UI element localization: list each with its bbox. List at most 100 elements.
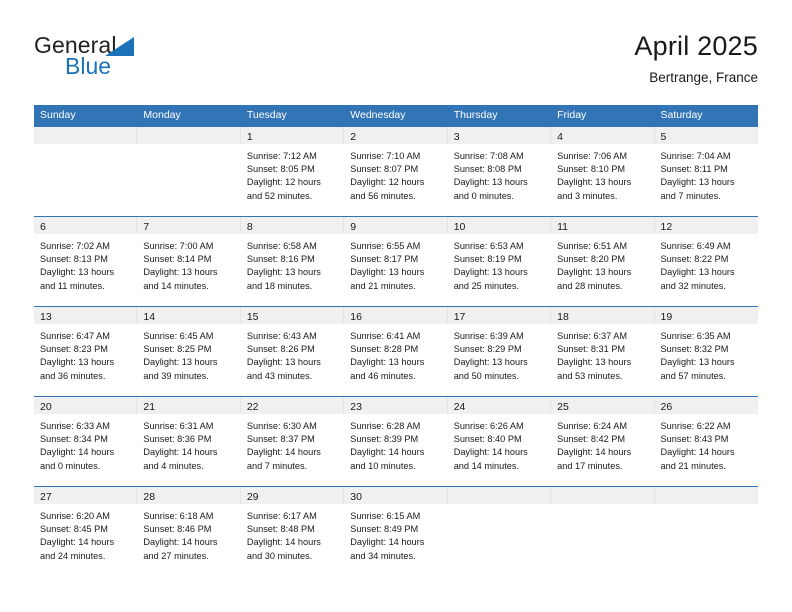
day-cell[interactable]: 29 Sunrise: 6:17 AM Sunset: 8:48 PM Dayli… (240, 487, 345, 576)
day-details: Sunrise: 6:55 AM Sunset: 8:17 PM Dayligh… (350, 241, 425, 291)
date-band: 20 (34, 397, 138, 414)
date-band (447, 487, 552, 504)
date-number: 19 (660, 311, 673, 323)
day-cell[interactable]: 22 Sunrise: 6:30 AM Sunset: 8:37 PM Dayli… (240, 397, 345, 486)
date-band: 10 (447, 217, 552, 234)
day-cell[interactable]: 25 Sunrise: 6:24 AM Sunset: 8:42 PM Dayli… (551, 397, 655, 486)
day-cell[interactable]: 15 Sunrise: 6:43 AM Sunset: 8:26 PM Dayli… (240, 307, 345, 396)
day-cell[interactable]: 19 Sunrise: 6:35 AM Sunset: 8:32 PM Dayli… (654, 307, 758, 396)
day-cell[interactable]: 26 Sunrise: 6:22 AM Sunset: 8:43 PM Dayli… (654, 397, 758, 486)
calendar-week-row: 13 Sunrise: 6:47 AM Sunset: 8:23 PM Dayli… (34, 306, 758, 396)
day-details: Sunrise: 6:17 AM Sunset: 8:48 PM Dayligh… (246, 511, 321, 561)
date-band: 9 (344, 217, 448, 234)
day-details: Sunrise: 6:22 AM Sunset: 8:43 PM Dayligh… (660, 421, 735, 471)
date-number: 23 (350, 401, 362, 413)
date-band: 22 (240, 397, 345, 414)
day-cell[interactable] (447, 487, 552, 576)
day-details: Sunrise: 6:53 AM Sunset: 8:19 PM Dayligh… (453, 241, 528, 291)
date-number: 9 (350, 221, 357, 233)
day-cell[interactable]: 14 Sunrise: 6:45 AM Sunset: 8:25 PM Dayli… (137, 307, 241, 396)
date-number: 7 (143, 221, 150, 233)
day-cell[interactable]: 18 Sunrise: 6:37 AM Sunset: 8:31 PM Dayli… (551, 307, 655, 396)
brand-logo[interactable]: General Blue (34, 32, 234, 84)
calendar-week-row: 6 Sunrise: 7:02 AM Sunset: 8:13 PM Daylig… (34, 216, 758, 306)
date-band (34, 127, 138, 144)
date-band: 24 (447, 397, 552, 414)
day-details: Sunrise: 7:08 AM Sunset: 8:08 PM Dayligh… (453, 151, 528, 201)
day-cell[interactable] (34, 127, 138, 216)
day-cell[interactable]: 17 Sunrise: 6:39 AM Sunset: 8:29 PM Dayli… (447, 307, 552, 396)
dow-tuesday: Tuesday (246, 109, 287, 121)
day-details: Sunrise: 6:47 AM Sunset: 8:23 PM Dayligh… (40, 331, 115, 381)
date-band: 1 (240, 127, 345, 144)
day-cell[interactable]: 4 Sunrise: 7:06 AM Sunset: 8:10 PM Daylig… (551, 127, 655, 216)
day-details: Sunrise: 7:12 AM Sunset: 8:05 PM Dayligh… (246, 151, 321, 201)
date-number: 3 (453, 131, 460, 143)
day-cell[interactable]: 12 Sunrise: 6:49 AM Sunset: 8:22 PM Dayli… (654, 217, 758, 306)
day-cell[interactable]: 3 Sunrise: 7:08 AM Sunset: 8:08 PM Daylig… (447, 127, 552, 216)
logo-blue-text: Blue (65, 53, 112, 79)
date-number: 12 (660, 221, 673, 233)
date-number: 24 (453, 401, 466, 413)
day-cell[interactable]: 27 Sunrise: 6:20 AM Sunset: 8:45 PM Dayli… (34, 487, 138, 576)
day-details: Sunrise: 6:43 AM Sunset: 8:26 PM Dayligh… (246, 331, 321, 381)
dow-wednesday: Wednesday (350, 109, 406, 121)
day-cell[interactable]: 5 Sunrise: 7:04 AM Sunset: 8:11 PM Daylig… (654, 127, 758, 216)
day-details: Sunrise: 6:37 AM Sunset: 8:31 PM Dayligh… (557, 331, 632, 381)
date-band (551, 487, 655, 504)
date-band: 6 (34, 217, 138, 234)
date-number: 15 (246, 311, 259, 323)
date-band: 29 (240, 487, 345, 504)
date-band: 25 (551, 397, 655, 414)
day-cell[interactable] (137, 127, 241, 216)
day-details: Sunrise: 6:33 AM Sunset: 8:34 PM Dayligh… (40, 421, 115, 471)
dow-friday: Friday (557, 109, 587, 121)
date-number: 30 (350, 491, 362, 503)
day-cell[interactable]: 9 Sunrise: 6:55 AM Sunset: 8:17 PM Daylig… (344, 217, 448, 306)
day-details: Sunrise: 6:30 AM Sunset: 8:37 PM Dayligh… (246, 421, 321, 471)
date-number: 16 (350, 311, 362, 323)
day-cell[interactable]: 1 Sunrise: 7:12 AM Sunset: 8:05 PM Daylig… (240, 127, 345, 216)
date-number: 29 (246, 491, 259, 503)
date-band: 7 (137, 217, 241, 234)
date-number: 2 (350, 131, 357, 143)
date-band: 15 (240, 307, 345, 324)
day-cell[interactable]: 20 Sunrise: 6:33 AM Sunset: 8:34 PM Dayli… (34, 397, 138, 486)
day-details: Sunrise: 6:28 AM Sunset: 8:39 PM Dayligh… (350, 421, 425, 471)
day-cell[interactable]: 7 Sunrise: 7:00 AM Sunset: 8:14 PM Daylig… (137, 217, 241, 306)
date-band: 21 (137, 397, 241, 414)
day-details: Sunrise: 6:39 AM Sunset: 8:29 PM Dayligh… (453, 331, 528, 381)
date-number: 14 (143, 311, 156, 323)
day-cell[interactable]: 10 Sunrise: 6:53 AM Sunset: 8:19 PM Dayli… (447, 217, 552, 306)
day-cell[interactable] (654, 487, 758, 576)
date-band: 13 (34, 307, 138, 324)
day-details: Sunrise: 6:35 AM Sunset: 8:32 PM Dayligh… (660, 331, 735, 381)
day-cell[interactable]: 2 Sunrise: 7:10 AM Sunset: 8:07 PM Daylig… (344, 127, 448, 216)
dow-saturday: Saturday (660, 109, 703, 121)
date-number: 26 (660, 401, 673, 413)
day-cell[interactable]: 13 Sunrise: 6:47 AM Sunset: 8:23 PM Dayli… (34, 307, 138, 396)
day-cell[interactable]: 16 Sunrise: 6:41 AM Sunset: 8:28 PM Dayli… (344, 307, 448, 396)
date-number: 25 (557, 401, 569, 413)
date-number: 8 (246, 221, 253, 233)
date-band: 30 (344, 487, 448, 504)
location-subtitle: Bertrange, France (649, 70, 758, 85)
date-number: 13 (40, 311, 52, 323)
date-band: 23 (344, 397, 448, 414)
day-cell[interactable]: 8 Sunrise: 6:58 AM Sunset: 8:16 PM Daylig… (240, 217, 345, 306)
day-cell[interactable]: 6 Sunrise: 7:02 AM Sunset: 8:13 PM Daylig… (34, 217, 138, 306)
day-cell[interactable]: 23 Sunrise: 6:28 AM Sunset: 8:39 PM Dayli… (344, 397, 448, 486)
day-cell[interactable]: 28 Sunrise: 6:18 AM Sunset: 8:46 PM Dayli… (137, 487, 241, 576)
day-cell[interactable]: 30 Sunrise: 6:15 AM Sunset: 8:49 PM Dayli… (344, 487, 448, 576)
day-cell[interactable]: 11 Sunrise: 6:51 AM Sunset: 8:20 PM Dayli… (551, 217, 655, 306)
day-cell[interactable]: 24 Sunrise: 6:26 AM Sunset: 8:40 PM Dayli… (447, 397, 552, 486)
calendar-page: General Blue April 2025 Bertrange, Franc… (0, 0, 792, 612)
date-band (137, 127, 241, 144)
day-cell[interactable] (551, 487, 655, 576)
date-band: 19 (654, 307, 758, 324)
day-details: Sunrise: 6:45 AM Sunset: 8:25 PM Dayligh… (143, 331, 218, 381)
date-band: 2 (344, 127, 448, 144)
date-number: 18 (557, 311, 569, 323)
date-band: 17 (447, 307, 552, 324)
day-cell[interactable]: 21 Sunrise: 6:31 AM Sunset: 8:36 PM Dayli… (137, 397, 241, 486)
